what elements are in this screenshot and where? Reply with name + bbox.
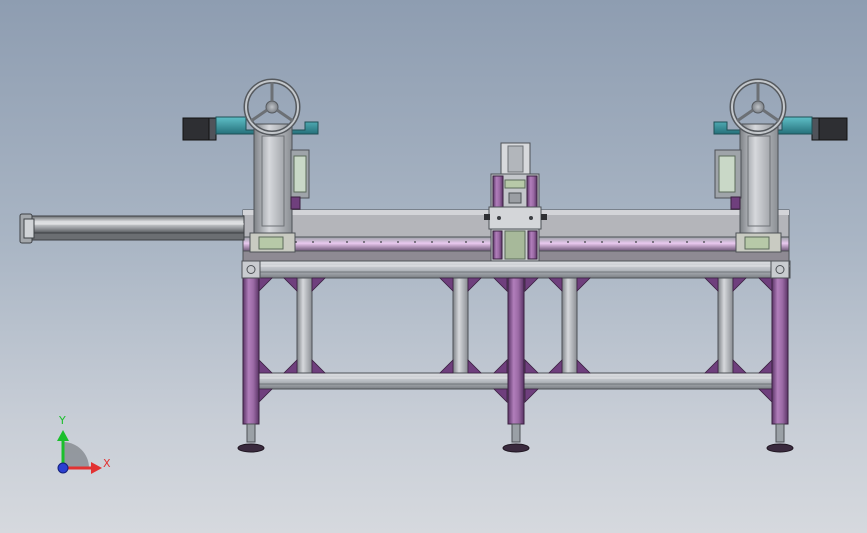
- leg-right: [771, 277, 789, 425]
- z-axis-dot: [57, 462, 69, 474]
- rail-bolt: [550, 241, 552, 243]
- rail-bolt: [618, 241, 620, 243]
- rail-bolt: [482, 241, 484, 243]
- machine-assembly-drawing: [19, 78, 848, 474]
- leg-center: [507, 277, 525, 425]
- inner-upright: [717, 277, 734, 374]
- rail-bolt: [380, 241, 382, 243]
- rail-bolt: [312, 241, 314, 243]
- corner-block: [241, 260, 261, 279]
- carriage-plate: [488, 206, 542, 230]
- rail-bolt: [329, 241, 331, 243]
- rail-bolt: [584, 241, 586, 243]
- rail-bolt: [414, 241, 416, 243]
- top-frame-beam: [242, 260, 791, 279]
- rail-bolt: [703, 241, 705, 243]
- rail-bolt: [465, 241, 467, 243]
- stepper-motor-right: [816, 117, 848, 141]
- lead-screw-assembly: [19, 213, 245, 244]
- coordinate-triad: [57, 430, 102, 474]
- rail-bolt: [601, 241, 603, 243]
- rail-bolt: [431, 241, 433, 243]
- center-carriage: [484, 142, 547, 262]
- inner-upright: [296, 277, 313, 374]
- triad-base-arc: [63, 442, 89, 468]
- inner-upright: [452, 277, 469, 374]
- rail-bolt: [363, 241, 365, 243]
- axis-x-label: X: [103, 457, 111, 470]
- rail-bolt: [635, 241, 637, 243]
- leg-left: [242, 277, 260, 425]
- rail-bolt: [346, 241, 348, 243]
- axis-y-label: Y: [59, 414, 66, 427]
- rail-bolt: [686, 241, 688, 243]
- leveling-feet: [237, 423, 794, 453]
- inner-upright: [561, 277, 578, 374]
- rail-bolt: [397, 241, 399, 243]
- rail-bolt: [567, 241, 569, 243]
- corner-block: [770, 260, 790, 279]
- column-right: [739, 123, 779, 236]
- column-left: [253, 123, 293, 236]
- rail-bolt: [720, 241, 722, 243]
- cad-viewport[interactable]: Y X: [0, 0, 867, 533]
- rail-bolt: [652, 241, 654, 243]
- rail-bolt: [669, 241, 671, 243]
- base-frame: [237, 260, 794, 453]
- rail-bolt: [448, 241, 450, 243]
